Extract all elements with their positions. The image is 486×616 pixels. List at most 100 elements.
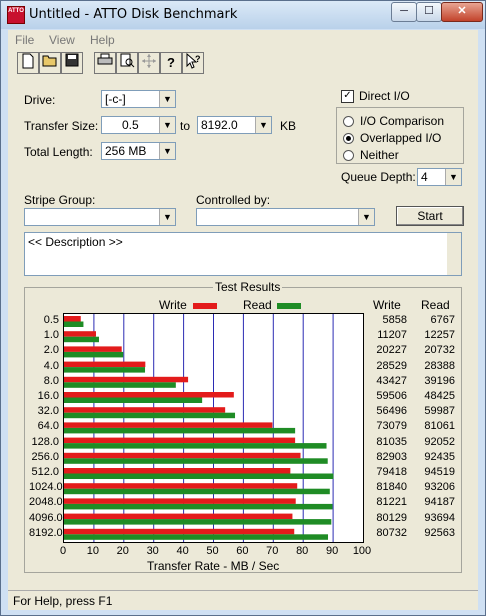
write-bar-16.0 xyxy=(64,392,234,398)
write-value: 5858 xyxy=(382,314,407,326)
write-bar-1.0 xyxy=(64,331,96,337)
read-bar-4096.0 xyxy=(64,519,332,525)
drive-select[interactable]: [-c-] ▼ xyxy=(101,90,176,108)
write-bar-512.0 xyxy=(64,468,291,474)
write-bar-8192.0 xyxy=(64,528,295,535)
y-tick-label: 512.0 xyxy=(31,466,59,478)
read-value: 20732 xyxy=(424,344,455,357)
write-value: 82903 xyxy=(376,450,407,463)
x-tick-label: 60 xyxy=(236,545,249,557)
save-icon[interactable] xyxy=(61,52,83,74)
y-tick-label: 2048.0 xyxy=(29,496,63,509)
title-bar[interactable]: ATTO Untitled - ATTO Disk Benchmark ─ ☐ … xyxy=(1,1,485,29)
read-value: 93694 xyxy=(424,511,455,524)
transfer-size-from-select[interactable]: 0.5 ▼ xyxy=(101,116,176,134)
read-bar-32.0 xyxy=(64,412,236,419)
stripe-group-select[interactable]: ▼ xyxy=(24,208,176,226)
test-results-title: Test Results xyxy=(213,280,283,294)
direct-io-label: Direct I/O xyxy=(359,89,410,103)
total-length-select[interactable]: 256 MB ▼ xyxy=(101,142,176,160)
transfer-size-label: Transfer Size: xyxy=(24,119,99,133)
write-value: 43427 xyxy=(376,374,407,387)
neither-label: Neither xyxy=(360,148,399,162)
overlapped-io-radio[interactable] xyxy=(343,133,354,144)
status-bar: For Help, press F1 xyxy=(8,590,478,611)
transfer-size-to-select[interactable]: 8192.0 ▼ xyxy=(197,116,272,134)
move-icon[interactable] xyxy=(138,52,160,74)
y-tick-label: 2.0 xyxy=(43,344,59,357)
io-comparison-radio[interactable] xyxy=(343,116,354,127)
write-bar-32.0 xyxy=(64,407,226,413)
drive-value: [-c-] xyxy=(105,92,126,106)
help-icon[interactable]: ? xyxy=(160,52,182,74)
open-folder-icon[interactable] xyxy=(39,52,61,74)
atto-app-icon[interactable]: ATTO xyxy=(7,6,25,24)
y-tick-label: 8.0 xyxy=(43,374,59,387)
read-value: 39196 xyxy=(424,374,455,387)
write-bar-4.0 xyxy=(64,361,146,368)
write-bar-2048.0 xyxy=(64,498,296,504)
to-label: to xyxy=(180,119,191,133)
write-value: 11207 xyxy=(377,329,407,342)
queue-depth-select[interactable]: 4 ▼ xyxy=(417,168,462,186)
x-tick-label: 90 xyxy=(325,545,339,557)
new-document-icon[interactable] xyxy=(17,52,39,74)
description-scrollbar[interactable] xyxy=(447,233,461,275)
y-tick-label: 8192.0 xyxy=(29,526,63,539)
read-value: 94187 xyxy=(424,496,455,509)
legend-read-label: Read xyxy=(243,298,272,312)
print-icon[interactable] xyxy=(94,52,116,74)
x-tick-label: 40 xyxy=(176,545,189,557)
io-mode-group: I/O Comparison Overlapped I/O Neither xyxy=(336,107,464,164)
menu-view[interactable]: View xyxy=(49,33,75,47)
overlapped-io-label: Overlapped I/O xyxy=(360,131,442,145)
read-bar-128.0 xyxy=(64,443,327,449)
write-value: 56496 xyxy=(376,405,407,418)
y-tick-label: 4.0 xyxy=(43,359,59,372)
status-text: For Help, press F1 xyxy=(13,594,113,608)
read-bar-8192.0 xyxy=(64,534,329,540)
client-area: File View Help ? ? Drive: [-c-] ▼ Transf… xyxy=(8,30,478,610)
close-button[interactable]: ✕ xyxy=(441,2,483,22)
write-value: 81035 xyxy=(376,435,407,448)
x-axis-label: Transfer Rate - MB / Sec xyxy=(147,559,280,573)
total-length-value: 256 MB xyxy=(105,144,147,158)
read-bar-16.0 xyxy=(64,397,203,403)
neither-radio[interactable] xyxy=(343,150,354,161)
direct-io-checkbox[interactable]: ✓ xyxy=(341,90,354,103)
maximize-button[interactable]: ☐ xyxy=(416,2,442,22)
x-tick-label: 30 xyxy=(146,545,159,557)
print-preview-icon[interactable] xyxy=(116,52,138,74)
io-comparison-label: I/O Comparison xyxy=(360,114,445,128)
read-value: 93206 xyxy=(424,481,455,494)
read-bar-4.0 xyxy=(64,367,146,373)
write-bar-0.5 xyxy=(64,316,81,322)
write-value: 73079 xyxy=(376,420,407,433)
svg-text:?: ? xyxy=(195,54,201,64)
y-tick-label: 128.0 xyxy=(31,435,59,448)
controlled-by-select[interactable]: ▼ xyxy=(196,208,375,226)
read-value: 92435 xyxy=(424,450,455,463)
description-box[interactable]: << Description >> xyxy=(24,232,462,276)
write-bar-64.0 xyxy=(64,422,273,428)
read-value: 12257 xyxy=(424,329,455,342)
menu-help[interactable]: Help xyxy=(90,33,115,47)
read-bar-512.0 xyxy=(64,473,334,479)
column-write-header: Write xyxy=(373,298,401,312)
start-button[interactable]: Start xyxy=(396,206,464,226)
app-window: ATTO Untitled - ATTO Disk Benchmark ─ ☐ … xyxy=(0,0,486,616)
menu-file[interactable]: File xyxy=(15,33,34,47)
chevron-down-icon: ▼ xyxy=(159,209,175,225)
write-bar-1024.0 xyxy=(64,483,298,489)
write-bar-2.0 xyxy=(64,346,122,352)
drive-label: Drive: xyxy=(24,93,56,107)
read-value: 6767 xyxy=(430,314,455,326)
read-bar-64.0 xyxy=(64,427,296,434)
read-bar-256.0 xyxy=(64,458,328,464)
x-tick-label: 100 xyxy=(352,545,372,557)
minimize-button[interactable]: ─ xyxy=(391,2,417,22)
menu-bar: File View Help xyxy=(8,30,478,50)
chevron-down-icon: ▼ xyxy=(255,117,271,133)
context-help-icon[interactable]: ? xyxy=(182,52,204,74)
write-bar-256.0 xyxy=(64,452,301,459)
